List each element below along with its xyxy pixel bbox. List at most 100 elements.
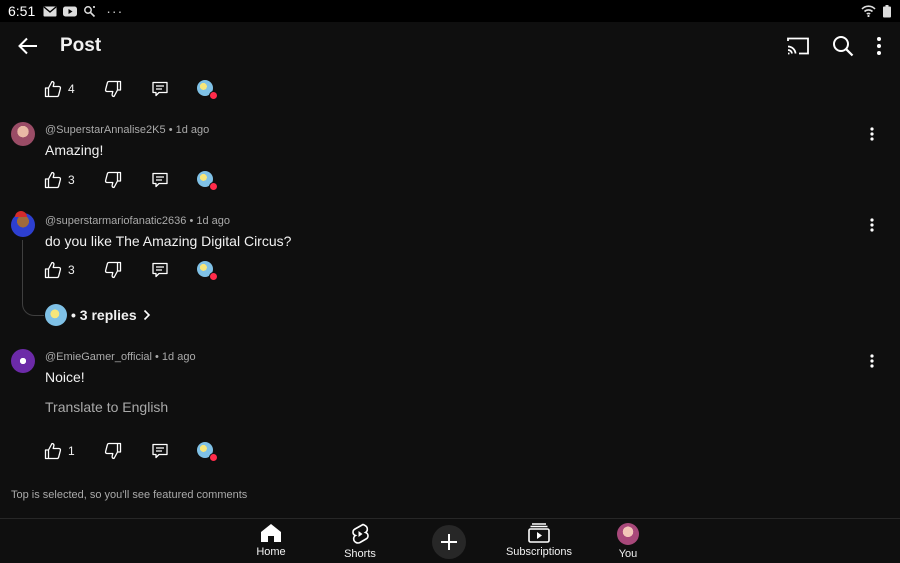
- page-title: Post: [60, 35, 102, 56]
- comment-more-button[interactable]: [870, 354, 874, 373]
- back-arrow-icon: [18, 37, 37, 55]
- nav-subscriptions-label: Subscriptions: [505, 546, 573, 558]
- app-bar: Post: [0, 22, 900, 70]
- more-options-button[interactable]: [876, 36, 882, 56]
- comment-more-button[interactable]: [870, 127, 874, 146]
- reply-button[interactable]: [151, 80, 197, 98]
- avatar[interactable]: [11, 122, 35, 146]
- more-vert-icon: [877, 37, 881, 55]
- thumb-down-icon: [104, 261, 122, 279]
- nav-home[interactable]: Home: [221, 523, 321, 558]
- subscriptions-icon: [528, 523, 550, 543]
- reply-avatar: [45, 304, 67, 326]
- thumb-down-icon: [104, 80, 122, 98]
- heart-avatar-icon: [197, 261, 218, 281]
- like-button[interactable]: 3: [44, 171, 104, 189]
- thumb-down-icon: [104, 442, 122, 460]
- status-more: ···: [106, 3, 124, 19]
- link-icon: [84, 5, 96, 17]
- status-notification-icons: ···: [43, 3, 123, 19]
- view-replies-button[interactable]: • 3 replies: [45, 304, 151, 326]
- translate-link[interactable]: Translate to English: [45, 399, 168, 415]
- comments-section: 4 @SuperstarAnnalise2K5 • 1d ago Amazing…: [0, 70, 900, 518]
- comment-author[interactable]: @SuperstarAnnalise2K5: [45, 124, 166, 136]
- comment-icon: [152, 81, 168, 97]
- back-button[interactable]: [14, 32, 42, 60]
- battery-icon: [883, 4, 891, 17]
- comment-text: do you like The Amazing Digital Circus?: [45, 233, 292, 249]
- chevron-right-icon: [143, 309, 150, 321]
- nav-you[interactable]: You: [578, 523, 678, 560]
- thumb-down-icon: [104, 171, 122, 189]
- like-button[interactable]: 3: [44, 261, 104, 279]
- dislike-button[interactable]: [104, 261, 151, 279]
- youtube-icon: [63, 6, 78, 16]
- replies-count: • 3 replies: [71, 307, 137, 323]
- comment-age: • 1d ago: [189, 215, 231, 227]
- thumb-up-icon: [44, 261, 62, 279]
- creator-heart: [197, 261, 218, 281]
- shorts-icon: [352, 523, 369, 544]
- comment-author[interactable]: @superstarmariofanatic2636: [45, 215, 186, 227]
- comment-icon: [152, 172, 168, 188]
- comment-actions: 1: [44, 439, 218, 463]
- comment-icon: [152, 262, 168, 278]
- thumb-up-icon: [44, 171, 62, 189]
- comment-age: • 1d ago: [168, 124, 210, 136]
- status-system-icons: [861, 4, 892, 18]
- create-button[interactable]: [432, 525, 466, 559]
- home-icon: [261, 524, 281, 542]
- reply-button[interactable]: [151, 261, 197, 279]
- search-button[interactable]: [832, 35, 854, 57]
- top-comment-actions: 4: [44, 77, 218, 101]
- heart-avatar-icon: [197, 171, 218, 191]
- more-vert-icon: [870, 354, 874, 368]
- status-bar: 6:51 ···: [0, 0, 900, 22]
- comment-text: Noice!: [45, 369, 85, 385]
- comment-actions: 3: [44, 258, 218, 282]
- avatar-hat: [15, 211, 27, 217]
- comment-meta: @EmieGamer_official • 1d ago: [45, 351, 196, 363]
- thumb-up-icon: [44, 80, 62, 98]
- heart-avatar-icon: [197, 442, 218, 462]
- comment-text: Amazing!: [45, 142, 104, 158]
- comment-more-button[interactable]: [870, 218, 874, 237]
- bottom-navigation: Home Shorts Subscriptions You: [0, 518, 900, 563]
- more-vert-icon: [870, 127, 874, 141]
- creator-heart: [197, 171, 218, 191]
- nav-shorts[interactable]: Shorts: [310, 523, 410, 560]
- gmail-icon: [43, 5, 57, 16]
- more-vert-icon: [870, 218, 874, 232]
- like-count: 1: [68, 444, 75, 458]
- nav-you-label: You: [618, 548, 638, 560]
- thumb-up-icon: [44, 442, 62, 460]
- comment-icon: [152, 443, 168, 459]
- dislike-button[interactable]: [104, 442, 151, 460]
- create-plus-icon: [441, 534, 457, 550]
- avatar[interactable]: [11, 349, 35, 373]
- like-button[interactable]: 1: [44, 442, 104, 460]
- reply-button[interactable]: [151, 442, 197, 460]
- dislike-button[interactable]: [104, 80, 151, 98]
- nav-shorts-label: Shorts: [344, 548, 376, 560]
- you-avatar: [617, 523, 639, 545]
- nav-home-label: Home: [256, 546, 286, 558]
- comment-meta: @SuperstarAnnalise2K5 • 1d ago: [45, 124, 209, 136]
- reply-button[interactable]: [151, 171, 197, 189]
- search-icon: [833, 36, 854, 57]
- cast-button[interactable]: [786, 36, 810, 56]
- heart-avatar-icon: [197, 80, 218, 100]
- like-count: 3: [68, 173, 75, 187]
- like-button[interactable]: 4: [44, 80, 104, 98]
- cast-icon: [787, 37, 809, 55]
- comment-age: • 1d ago: [155, 351, 196, 363]
- comment-author[interactable]: @EmieGamer_official: [45, 351, 152, 363]
- creator-heart: [197, 80, 218, 100]
- sort-notice: Top is selected, so you'll see featured …: [11, 489, 248, 501]
- like-count: 3: [68, 263, 75, 277]
- nav-subscriptions[interactable]: Subscriptions: [489, 523, 589, 558]
- comment-actions: 3: [44, 168, 218, 192]
- thread-line: [22, 240, 44, 316]
- dislike-button[interactable]: [104, 171, 151, 189]
- creator-heart: [197, 442, 218, 462]
